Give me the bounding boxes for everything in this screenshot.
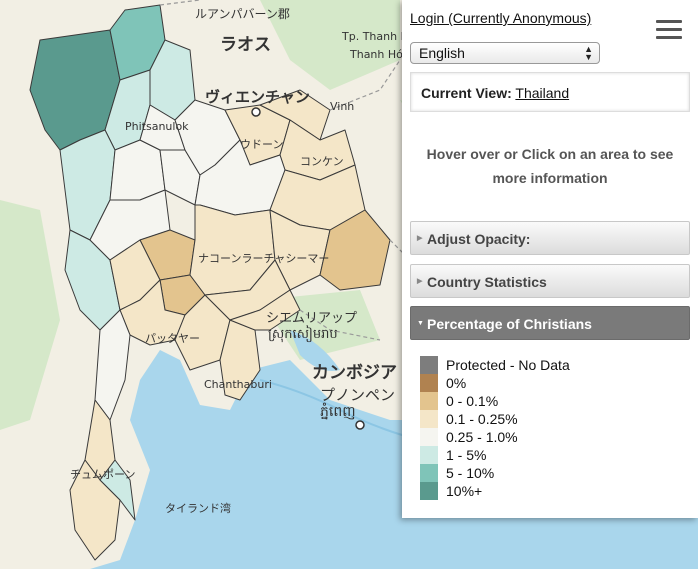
map-label: シエムリアップ xyxy=(266,311,357,326)
map-label: パッタヤー xyxy=(145,332,200,345)
triangle-down-icon: ▼ xyxy=(417,320,424,327)
map-label: ルアンパバーン郡 xyxy=(195,7,290,21)
hover-info-text: Hover over or Click on an area to see mo… xyxy=(426,146,674,186)
map-label: ヴィエンチャン xyxy=(205,88,310,106)
legend-swatch xyxy=(420,392,438,410)
select-arrows-icon: ▲ ▼ xyxy=(584,44,593,62)
map-label: タイランド湾 xyxy=(165,501,231,515)
legend-swatch xyxy=(420,464,438,482)
vientiane-marker xyxy=(251,107,261,117)
hamburger-menu-icon[interactable] xyxy=(656,20,682,39)
map-label: ភ្នំពេញ xyxy=(320,402,356,420)
current-view-link[interactable]: Thailand xyxy=(515,85,569,101)
accordion-country-statistics[interactable]: ▶ Country Statistics xyxy=(410,264,690,298)
triangle-right-icon: ▶ xyxy=(417,278,423,285)
accordion-label: Adjust Opacity: xyxy=(427,231,531,247)
login-link[interactable]: Login (Currently Anonymous) xyxy=(410,10,591,26)
legend-swatch xyxy=(420,446,438,464)
accordion-percentage-christians[interactable]: ▼ Percentage of Christians xyxy=(410,306,690,340)
map-label: Vinh xyxy=(330,100,354,113)
accordion-label: Country Statistics xyxy=(427,274,547,290)
map-label: ナコーンラーチャシーマー xyxy=(198,252,329,265)
accordion-adjust-opacity[interactable]: ▶ Adjust Opacity: xyxy=(410,221,690,255)
legend-swatch xyxy=(420,410,438,428)
legend-swatch xyxy=(420,428,438,446)
legend-swatch xyxy=(420,482,438,500)
map-label: Chanthaburi xyxy=(204,378,272,391)
map-label: Phitsanulok xyxy=(125,120,189,133)
info-panel: Login (Currently Anonymous) English ▲ ▼ C… xyxy=(402,0,698,518)
map-label: ស្រុកសៀមរាប xyxy=(268,325,338,343)
map-label: ウドーン xyxy=(240,138,283,151)
map-label: プノンペン xyxy=(320,386,395,404)
phnompenh-marker xyxy=(355,420,365,430)
triangle-right-icon: ▶ xyxy=(417,235,423,242)
map-label: チュムポーン xyxy=(70,468,135,481)
current-view-label: Current View: xyxy=(421,85,512,101)
region-sukhothai[interactable] xyxy=(109,139,166,201)
language-select-value: English xyxy=(419,45,465,61)
language-select[interactable]: English ▲ ▼ xyxy=(410,42,600,64)
map-label: カンボジア xyxy=(312,363,397,383)
current-view-box: Current View: Thailand xyxy=(410,72,690,112)
accordion-label: Percentage of Christians xyxy=(427,316,592,332)
legend-swatch xyxy=(420,374,438,392)
legend-swatch xyxy=(420,356,438,374)
map-label: ラオス xyxy=(220,35,271,55)
map-label: コンケン xyxy=(300,155,344,168)
map-label: Thanh Hóa xyxy=(349,48,410,61)
